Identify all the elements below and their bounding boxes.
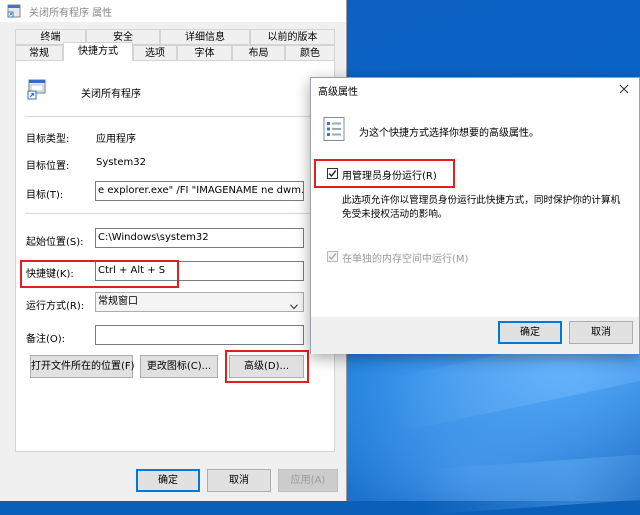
target-label: 目标(T):	[26, 190, 64, 201]
run-mode-value: 常规窗口	[98, 296, 138, 307]
tab-shortcut[interactable]: 快捷方式	[63, 42, 133, 61]
tab-label: 布局	[248, 48, 269, 59]
hotkey-field[interactable]: Ctrl + Alt + S	[95, 261, 304, 281]
tab-general[interactable]: 常规	[15, 45, 63, 61]
target-type-value: 应用程序	[96, 134, 136, 145]
dialog-cancel-button[interactable]: 取消	[569, 321, 633, 344]
run-as-admin-note-line1: 此选项允许你以管理员身份运行此快捷方式，同时保护你的计算机	[342, 195, 621, 206]
tab-details[interactable]: 详细信息	[160, 29, 250, 45]
target-location-label: 目标位置:	[26, 161, 70, 172]
tab-label: 颜色	[300, 48, 320, 59]
tab-options[interactable]: 选项	[133, 45, 177, 61]
target-field[interactable]: e explorer.exe" /FI "IMAGENAME ne dwm.ex…	[95, 181, 304, 201]
shortcut-name: 关闭所有程序	[81, 89, 141, 100]
dialog-title-bar[interactable]: 高级属性	[311, 78, 639, 100]
apply-button[interactable]: 应用(A)	[278, 469, 338, 492]
properties-list-icon	[321, 116, 347, 142]
target-location-value: System32	[96, 157, 147, 168]
run-mode-select[interactable]: 常规窗口	[95, 292, 304, 312]
window-title: 关闭所有程序 属性	[29, 8, 113, 19]
shortcut-app-icon	[7, 4, 21, 18]
separate-memory-label: 在单独的内存空间中运行(M)	[342, 254, 469, 265]
comment-label: 备注(O):	[26, 334, 66, 345]
tab-label: 详细信息	[185, 32, 225, 43]
run-as-admin-checkbox[interactable]	[327, 168, 338, 179]
start-in-field[interactable]: C:\Windows\system32	[95, 228, 304, 248]
tab-label: 选项	[145, 48, 165, 59]
advanced-properties-dialog: 高级属性 为这个快捷方式选择你想要的高级属性。 用管理员身份运行(R) 此选项允…	[310, 77, 640, 354]
tab-label: 字体	[194, 48, 215, 59]
change-icon-button[interactable]: 更改图标(C)...	[140, 355, 218, 378]
tab-label: 快捷方式	[78, 46, 118, 57]
wallpaper-light-beam	[420, 449, 640, 515]
dialog-ok-button[interactable]: 确定	[498, 321, 562, 344]
comment-field[interactable]	[95, 325, 304, 345]
target-type-label: 目标类型:	[26, 134, 70, 145]
ok-button[interactable]: 确定	[136, 469, 200, 492]
shortcut-tab-panel	[15, 60, 335, 452]
tab-colors[interactable]: 颜色	[285, 45, 335, 61]
open-file-location-button[interactable]: 打开文件所在的位置(F)	[30, 355, 135, 378]
run-as-admin-note-line2: 免受未授权活动的影响。	[342, 209, 448, 220]
separate-memory-checkbox[interactable]	[327, 251, 338, 262]
divider	[25, 213, 325, 214]
dialog-title: 高级属性	[318, 87, 358, 98]
tab-font[interactable]: 字体	[177, 45, 232, 61]
cancel-button[interactable]: 取消	[207, 469, 271, 492]
tab-label: 以前的版本	[267, 32, 318, 43]
advanced-button[interactable]: 高级(D)...	[229, 355, 304, 378]
title-bar[interactable]: 关闭所有程序 属性	[0, 0, 346, 22]
hotkey-label: 快捷键(K):	[26, 269, 74, 280]
shortcut-file-icon	[26, 78, 48, 100]
tab-previous-versions[interactable]: 以前的版本	[250, 29, 335, 45]
close-icon[interactable]	[613, 78, 635, 100]
tab-label: 常规	[29, 48, 49, 59]
tab-layout[interactable]: 布局	[232, 45, 285, 61]
divider	[25, 116, 325, 117]
chevron-down-icon	[290, 299, 298, 310]
dialog-description: 为这个快捷方式选择你想要的高级属性。	[359, 128, 539, 139]
run-as-admin-label[interactable]: 用管理员身份运行(R)	[342, 167, 437, 182]
start-in-label: 起始位置(S):	[26, 237, 84, 248]
properties-window: 关闭所有程序 属性 终端 安全 详细信息 以前的版本 常规 快捷方式 选项 字体…	[0, 0, 347, 501]
tab-label: 终端	[40, 32, 61, 43]
run-mode-label: 运行方式(R):	[26, 301, 85, 312]
